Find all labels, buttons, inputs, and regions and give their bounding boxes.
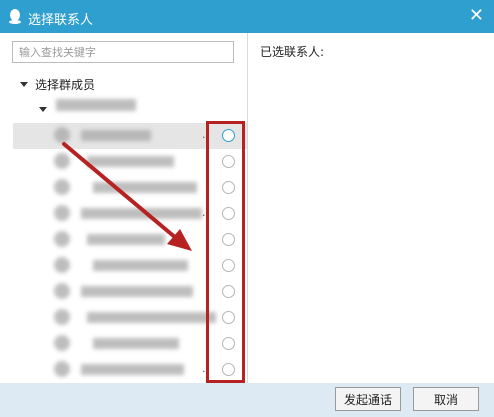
selected-contacts-label: 已选联系人: xyxy=(260,45,325,59)
subgroup-caret-icon[interactable] xyxy=(39,107,47,112)
blurred-avatar xyxy=(54,361,70,377)
blurred-avatar xyxy=(54,153,70,169)
group-members-node[interactable]: 选择群成员 xyxy=(20,76,95,93)
blurred-member-name xyxy=(93,260,188,271)
close-icon[interactable]: ✕ xyxy=(469,6,484,26)
expand-caret-icon[interactable] xyxy=(20,82,28,87)
blurred-member-name xyxy=(81,208,202,219)
blurred-member-name xyxy=(81,364,184,375)
blurred-avatar xyxy=(54,231,70,247)
blurred-avatar xyxy=(54,179,70,195)
blurred-avatar xyxy=(54,309,70,325)
blurred-subgroup-name xyxy=(56,99,136,111)
start-call-button[interactable]: 发起通话 xyxy=(335,387,401,411)
blurred-member-name xyxy=(87,234,165,245)
dialog-footer: 发起通话 取消 xyxy=(0,383,494,417)
blurred-avatar xyxy=(54,205,70,221)
cancel-button[interactable]: 取消 xyxy=(413,387,479,411)
blurred-member-name xyxy=(81,130,151,141)
blurred-avatar xyxy=(54,257,70,273)
blurred-member-name xyxy=(93,338,179,349)
title-bar: 选择联系人 ✕ xyxy=(0,0,494,33)
blurred-avatar xyxy=(54,127,70,143)
blurred-avatar xyxy=(54,283,70,299)
group-members-label: 选择群成员 xyxy=(35,78,96,92)
blurred-member-name xyxy=(87,156,174,167)
annotation-highlight-box xyxy=(206,121,245,383)
blurred-member-name xyxy=(93,182,197,193)
blurred-member-name xyxy=(81,286,193,297)
blurred-member-name xyxy=(87,312,216,323)
qq-penguin-icon xyxy=(9,9,21,24)
search-input[interactable] xyxy=(12,41,234,63)
window-title: 选择联系人 xyxy=(28,13,94,28)
dialog-body: 选择群成员 ...... 已选联系人: xyxy=(1,33,493,383)
blurred-avatar xyxy=(54,335,70,351)
selected-contacts-pane: 已选联系人: xyxy=(248,33,493,383)
